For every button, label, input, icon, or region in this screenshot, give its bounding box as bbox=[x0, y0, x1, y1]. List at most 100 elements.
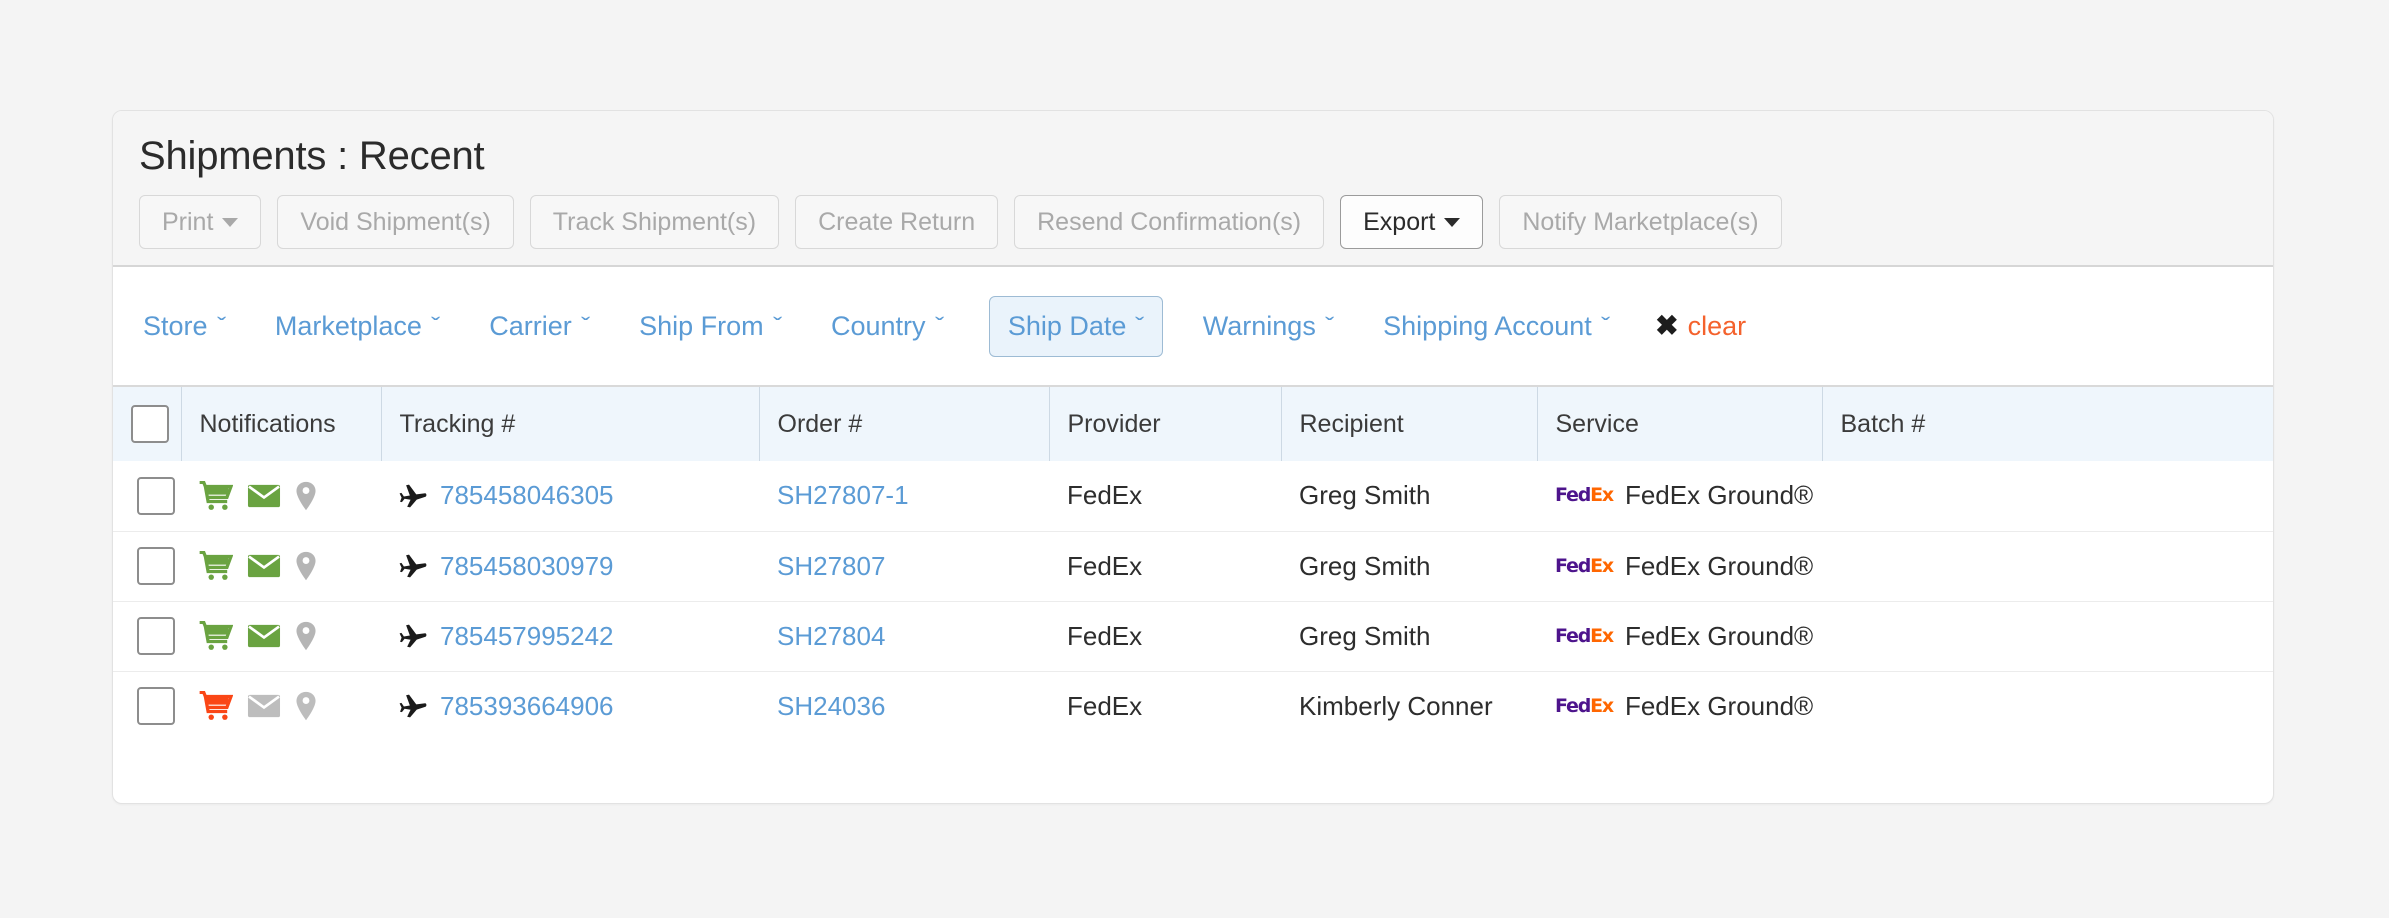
tracking-link[interactable]: 785457995242 bbox=[440, 621, 614, 652]
column-header-check[interactable] bbox=[113, 387, 182, 461]
tracking-cell: 785393664906 bbox=[381, 671, 759, 741]
order-link[interactable]: SH27807 bbox=[777, 551, 885, 581]
envelope-icon[interactable] bbox=[247, 483, 281, 509]
table-row[interactable]: 785458046305 SH27807-1 FedEx Greg Smith FedE… bbox=[113, 461, 2273, 532]
column-header-recip[interactable]: Recipient bbox=[1281, 387, 1538, 461]
row-checkbox[interactable] bbox=[137, 617, 175, 655]
row-checkbox[interactable] bbox=[137, 547, 175, 585]
toolbar: Shipments : Recent Print Void Shipment(s)… bbox=[113, 111, 2273, 267]
row-checkbox[interactable] bbox=[137, 476, 175, 515]
fedex-logo-ex: Ex bbox=[1590, 484, 1614, 507]
toolbar-button-print[interactable]: Print bbox=[139, 195, 262, 249]
shipments-table: Notifications Tracking # Order # Provider Re… bbox=[113, 387, 2273, 741]
table-row[interactable]: 785458030979 SH27807 FedEx Greg Smith FedEx F… bbox=[113, 531, 2273, 602]
toolbar-button-void-shipment-s[interactable]: Void Shipment(s) bbox=[277, 195, 514, 249]
tracking-cell: 785457995242 bbox=[381, 601, 759, 672]
fedex-logo-icon: FedEx bbox=[1555, 554, 1614, 577]
row-select-cell[interactable] bbox=[113, 531, 181, 602]
table-header: Notifications Tracking # Order # Provider Re… bbox=[113, 387, 2273, 461]
toolbar-button-label: Export bbox=[1363, 208, 1436, 236]
page-root: Shipments : Recent Print Void Shipment(s)… bbox=[0, 0, 2389, 918]
order-link[interactable]: SH27804 bbox=[777, 621, 885, 651]
row-checkbox[interactable] bbox=[137, 687, 175, 726]
fedex-logo-fed: Fed bbox=[1555, 554, 1591, 577]
shopping-cart-icon[interactable] bbox=[199, 551, 233, 581]
shopping-cart-icon[interactable] bbox=[199, 621, 233, 651]
toolbar-button-track-shipment-s[interactable]: Track Shipment(s) bbox=[529, 195, 780, 249]
filter-ship-date[interactable]: Ship Date ˇ bbox=[988, 295, 1163, 357]
order-link[interactable]: SH24036 bbox=[777, 691, 885, 721]
select-all-checkbox[interactable] bbox=[131, 405, 169, 443]
map-pin-icon[interactable] bbox=[295, 691, 317, 721]
toolbar-button-label: Void Shipment(s) bbox=[300, 208, 491, 236]
airplane-icon bbox=[399, 483, 427, 509]
filter-warnings[interactable]: Warnings ˇ bbox=[1199, 301, 1337, 352]
table-row[interactable]: 785393664906 SH24036 FedEx Kimberly Conner F… bbox=[113, 671, 2273, 741]
order-link[interactable]: SH27807-1 bbox=[777, 480, 909, 510]
notifications-cell bbox=[181, 461, 381, 532]
provider-cell: FedEx bbox=[1049, 531, 1281, 602]
filter-ship-from[interactable]: Ship From ˇ bbox=[635, 301, 785, 352]
notifications-cell bbox=[181, 601, 381, 672]
column-header-label: Recipient bbox=[1299, 409, 1404, 438]
envelope-icon[interactable] bbox=[247, 553, 281, 579]
filter-marketplace[interactable]: Marketplace ˇ bbox=[271, 301, 443, 352]
service-cell: FedEx FedEx Ground® bbox=[1537, 461, 1822, 532]
service-name: FedEx Ground® bbox=[1624, 550, 1814, 581]
filter-country[interactable]: Country ˇ bbox=[827, 301, 947, 352]
tracking-link[interactable]: 785393664906 bbox=[440, 691, 614, 722]
column-header-order[interactable]: Order # bbox=[759, 387, 1050, 461]
clear-filters-button[interactable]: ✖ clear bbox=[1655, 311, 1746, 342]
table-row[interactable]: 785457995242 SH27804 FedEx Greg Smith FedEx F… bbox=[113, 601, 2273, 672]
toolbar-button-resend-confirmation-s[interactable]: Resend Confirmation(s) bbox=[1014, 195, 1325, 249]
column-header-label: Service bbox=[1555, 409, 1639, 438]
service-name: FedEx Ground® bbox=[1624, 480, 1814, 511]
fedex-logo-fed: Fed bbox=[1555, 484, 1591, 507]
column-header-serv[interactable]: Service bbox=[1537, 387, 1823, 461]
tracking-wrapper: 785458046305 bbox=[399, 480, 759, 511]
chevron-down-icon: ˇ bbox=[772, 313, 782, 338]
airplane-icon bbox=[399, 693, 427, 719]
tracking-link[interactable]: 785458030979 bbox=[440, 551, 614, 582]
filter-store[interactable]: Store ˇ bbox=[139, 301, 229, 352]
filter-carrier[interactable]: Carrier ˇ bbox=[485, 301, 593, 352]
toolbar-button-create-return[interactable]: Create Return bbox=[795, 195, 999, 249]
filter-label: Country bbox=[831, 310, 926, 341]
chevron-down-icon: ˇ bbox=[216, 313, 226, 338]
batch-cell bbox=[1822, 531, 2273, 602]
column-header-notif[interactable]: Notifications bbox=[181, 387, 382, 461]
tracking-cell: 785458046305 bbox=[381, 461, 759, 532]
row-select-cell[interactable] bbox=[113, 461, 181, 532]
map-pin-icon[interactable] bbox=[295, 481, 317, 511]
batch-cell bbox=[1822, 461, 2273, 532]
filter-label: Store bbox=[143, 310, 208, 341]
shopping-cart-icon[interactable] bbox=[199, 480, 233, 511]
column-header-track[interactable]: Tracking # bbox=[381, 387, 760, 461]
column-header-batch[interactable]: Batch # bbox=[1822, 387, 2273, 461]
chevron-down-icon: ˇ bbox=[1600, 313, 1611, 338]
chevron-down-icon: ˇ bbox=[580, 313, 591, 338]
tracking-link[interactable]: 785458046305 bbox=[440, 480, 614, 511]
toolbar-button-export[interactable]: Export bbox=[1340, 195, 1484, 249]
fedex-logo-ex: Ex bbox=[1590, 694, 1614, 717]
row-select-cell[interactable] bbox=[113, 601, 181, 672]
notification-icon-group bbox=[199, 621, 381, 651]
service-cell: FedEx FedEx Ground® bbox=[1537, 601, 1822, 672]
row-select-cell[interactable] bbox=[113, 671, 181, 741]
toolbar-button-notify-marketplace-s[interactable]: Notify Marketplace(s) bbox=[1499, 195, 1782, 249]
airplane-icon bbox=[399, 553, 427, 579]
filter-label: Ship Date bbox=[1007, 310, 1127, 341]
envelope-icon[interactable] bbox=[247, 693, 281, 719]
envelope-icon[interactable] bbox=[247, 623, 281, 649]
map-pin-icon[interactable] bbox=[295, 551, 317, 581]
table-header-row: Notifications Tracking # Order # Provider Re… bbox=[113, 387, 2273, 461]
shopping-cart-icon[interactable] bbox=[199, 691, 233, 721]
service-cell: FedEx FedEx Ground® bbox=[1537, 531, 1822, 602]
fedex-logo-icon: FedEx bbox=[1555, 694, 1614, 717]
tracking-wrapper: 785458030979 bbox=[399, 551, 759, 582]
filter-shipping-account[interactable]: Shipping Account ˇ bbox=[1379, 301, 1613, 352]
map-pin-icon[interactable] bbox=[295, 621, 317, 651]
column-header-label: Order # bbox=[777, 409, 863, 438]
column-header-prov[interactable]: Provider bbox=[1049, 387, 1282, 461]
fedex-logo-fed: Fed bbox=[1555, 694, 1591, 717]
